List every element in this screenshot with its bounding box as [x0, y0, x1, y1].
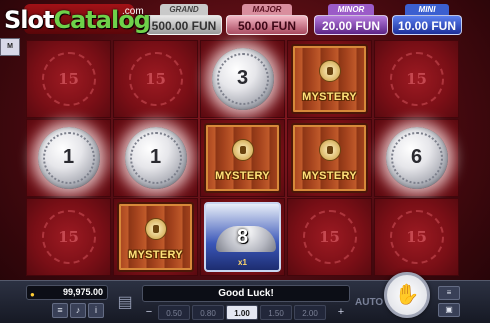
- grid-cell-empty: 15: [113, 40, 198, 118]
- lock-icon: [318, 60, 341, 82]
- jackpot-major-label: MAJOR: [241, 4, 293, 15]
- settings-icon[interactable]: ≡: [438, 286, 460, 300]
- autoplay-button[interactable]: AUTO: [355, 289, 383, 317]
- jackpot-mini-value: 10.00 FUN: [392, 15, 462, 35]
- bet-option[interactable]: 0.50: [158, 305, 190, 320]
- mystery-chest-icon: MYSTERY: [291, 44, 368, 114]
- silver-coin-icon: 1: [37, 127, 100, 189]
- grid-cell-mystery: MYSTERY: [287, 40, 372, 118]
- minus-icon[interactable]: −: [142, 305, 156, 320]
- lock-icon: [144, 218, 167, 240]
- jackpot-minor-label: MINOR: [328, 4, 374, 15]
- coin-value: 1: [62, 146, 75, 168]
- sound-icon[interactable]: ♪: [70, 303, 86, 318]
- mystery-label: MYSTERY: [302, 170, 357, 182]
- chest-multiplier: x1: [238, 258, 247, 267]
- jackpot-grand: GRAND 500.00 FUN: [146, 4, 222, 36]
- jackpot-grand-label: GRAND: [160, 4, 208, 15]
- grid-cell-mystery: MYSTERY: [287, 119, 372, 197]
- emblem-number: 15: [145, 70, 166, 88]
- paytable-icon[interactable]: ▣: [438, 303, 460, 317]
- hand-icon: ✋: [394, 284, 420, 306]
- reel-grid: 15 15 3 MYSTERY 15 1 1 MYSTERY MYSTERY 6…: [26, 40, 462, 277]
- coin-value: 6: [410, 146, 423, 168]
- emblem-number: 15: [319, 228, 340, 246]
- menu-icon[interactable]: ≡: [52, 303, 68, 318]
- side-menu-tab[interactable]: M: [0, 38, 20, 56]
- grid-cell-empty: 15: [26, 198, 111, 276]
- emblem-number: 15: [58, 70, 79, 88]
- balance-display: ● 99,975.00: [26, 285, 108, 300]
- grid-cell-coin: 1: [26, 119, 111, 197]
- spin-button[interactable]: ✋: [384, 272, 430, 318]
- mystery-label: MYSTERY: [302, 91, 357, 103]
- emblem-number: 15: [406, 228, 427, 246]
- jackpot-mini-label: MINI: [405, 4, 449, 15]
- watermark-part1: Slot: [4, 6, 54, 34]
- bet-option[interactable]: 0.80: [192, 305, 224, 320]
- lock-icon: [318, 139, 341, 161]
- silver-coin-icon: 6: [385, 127, 448, 189]
- jackpot-grand-value: 500.00 FUN: [146, 15, 222, 35]
- balance-value: 99,975.00: [62, 287, 103, 297]
- mystery-label: MYSTERY: [128, 249, 183, 261]
- jackpot-minor-value: 20.00 FUN: [314, 15, 388, 35]
- grid-cell-empty: 15: [374, 40, 459, 118]
- bet-option[interactable]: 2.00: [294, 305, 326, 320]
- coin-value: 3: [236, 67, 249, 89]
- jackpot-minor: MINOR 20.00 FUN: [314, 4, 388, 36]
- mystery-label: MYSTERY: [215, 170, 270, 182]
- grid-cell-coin: 1: [113, 119, 198, 197]
- emblem-number: 15: [58, 228, 79, 246]
- mystery-chest-icon: MYSTERY: [291, 123, 368, 193]
- chest-value: 8: [236, 226, 249, 248]
- watermark-part2: Catalog: [53, 6, 150, 34]
- silver-coin-icon: 1: [124, 127, 187, 189]
- grid-cell-empty: 15: [374, 198, 459, 276]
- mystery-chest-icon: MYSTERY: [204, 123, 281, 193]
- grid-cell-special: 8 x1: [200, 198, 285, 276]
- grid-cell-mystery: MYSTERY: [200, 119, 285, 197]
- grid-cell-mystery: MYSTERY: [113, 198, 198, 276]
- bet-option[interactable]: 1.50: [260, 305, 292, 320]
- bet-selector: − 0.50 0.80 1.00 1.50 2.00 +: [142, 305, 350, 320]
- coin-icon: ●: [30, 290, 35, 299]
- game-screen: SlotCatalog .com GRAND 500.00 FUN MAJOR …: [0, 0, 490, 323]
- grid-cell-empty: 15: [287, 198, 372, 276]
- bet-option-selected[interactable]: 1.00: [226, 305, 258, 320]
- grid-cell-coin: 3: [200, 40, 285, 118]
- jackpot-mini: MINI 10.00 FUN: [392, 4, 462, 36]
- plus-icon[interactable]: +: [334, 305, 348, 320]
- jackpot-major-value: 50.00 FUN: [226, 15, 308, 35]
- info-icon[interactable]: i: [88, 303, 104, 318]
- watermark: SlotCatalog: [4, 6, 151, 34]
- emblem-number: 15: [406, 70, 427, 88]
- coin-value: 1: [149, 146, 162, 168]
- mystery-chest-icon: MYSTERY: [117, 202, 194, 272]
- status-message: Good Luck!: [142, 285, 350, 302]
- jackpot-bar: SlotCatalog .com GRAND 500.00 FUN MAJOR …: [0, 0, 490, 40]
- grid-cell-empty: 15: [26, 40, 111, 118]
- grid-cell-coin: 6: [374, 119, 459, 197]
- silver-coin-icon: 3: [211, 48, 274, 110]
- treasure-chest-icon: 8 x1: [204, 202, 281, 272]
- jackpot-major: MAJOR 50.00 FUN: [226, 4, 308, 36]
- lock-icon: [231, 139, 254, 161]
- basket-icon[interactable]: ▤: [114, 289, 136, 317]
